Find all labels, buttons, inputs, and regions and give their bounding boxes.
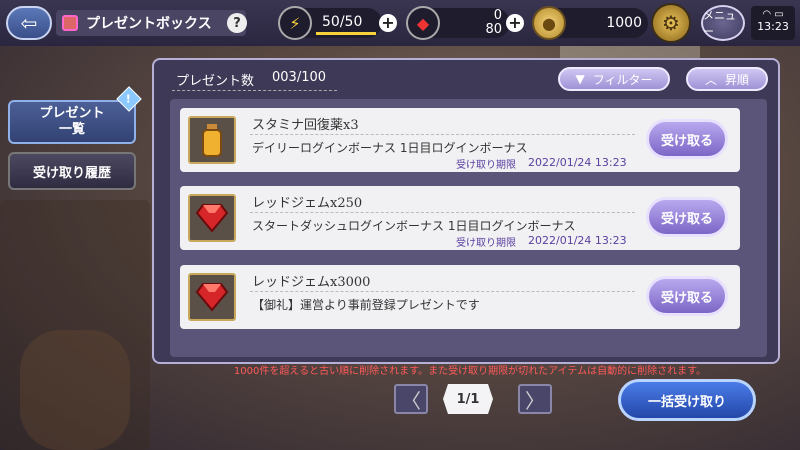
divider — [250, 291, 635, 292]
stamina-bar — [316, 32, 376, 35]
red-gem-icon — [188, 273, 236, 321]
stamina-counter: ⚡ 50/50 — [278, 6, 382, 40]
bulk-receive-button[interactable]: 一括受け取り — [618, 379, 756, 421]
chevron-up-icon: ︿ — [704, 72, 717, 87]
red-gem-icon — [188, 194, 236, 242]
potion-icon — [188, 116, 236, 164]
funnel-icon: ▼ — [575, 72, 585, 86]
stamina-value: 50/50 — [322, 14, 363, 30]
expiry-label: 受け取り期限 — [456, 238, 516, 249]
add-gem-button[interactable]: + — [506, 14, 524, 32]
filter-label: フィルター — [592, 72, 653, 87]
clock-time: 13:23 — [757, 20, 789, 33]
item-description: スタートダッシュログインボーナス 1日目ログインボーナス — [252, 219, 576, 233]
status-clock: ◠ ▭ 13:23 — [751, 6, 795, 40]
receive-button[interactable]: 受け取る — [646, 119, 728, 159]
page-title: プレゼントボックス — [56, 10, 246, 36]
receive-button[interactable]: 受け取る — [646, 276, 728, 316]
list-item: レッドジェムx3000 【御礼】運営より事前登録プレゼントです 受け取る — [180, 265, 740, 329]
filter-button[interactable]: ▼ フィルター — [558, 67, 670, 91]
item-name: レッドジェムx250 — [252, 196, 363, 211]
count-underline — [172, 90, 337, 91]
menu-button[interactable]: メニュー — [701, 5, 745, 41]
tab-present-list[interactable]: プレゼント 一覧 — [8, 100, 136, 144]
page-indicator: 1/1 — [443, 384, 493, 414]
add-stamina-button[interactable]: + — [379, 14, 397, 32]
help-button[interactable]: ? — [227, 13, 247, 33]
tab-present-list-line1: プレゼント — [39, 106, 105, 121]
gem-counter: ◆ 0 80 — [406, 6, 510, 40]
item-name: レッドジェムx3000 — [252, 275, 371, 290]
present-count-label: プレゼント数 — [176, 74, 255, 89]
gem-value-bottom: 80 — [485, 22, 502, 37]
divider — [250, 134, 635, 135]
sort-button[interactable]: ︿ 昇順 — [686, 67, 768, 91]
divider — [250, 212, 635, 213]
tab-present-list-line2: 一覧 — [58, 122, 85, 137]
gold-counter: ● 1000 — [532, 6, 648, 40]
deletion-notice: 1000件を超えると古い順に削除されます。また受け取り期限が切れたアイテムは自動… — [233, 366, 707, 377]
background-barrel — [20, 330, 130, 450]
gold-value: 1000 — [606, 15, 642, 31]
list-item: レッドジェムx250 スタートダッシュログインボーナス 1日目ログインボーナス … — [180, 186, 740, 250]
settings-gear-icon[interactable]: ⚙ — [651, 3, 691, 43]
list-item: スタミナ回復薬x3 デイリーログインボーナス 1日目ログインボーナス 受け取り期… — [180, 108, 740, 172]
expiry-date: 2022/01/24 13:23 — [528, 156, 627, 169]
back-arrow-icon: ⇦ — [20, 11, 38, 35]
item-description: デイリーログインボーナス 1日目ログインボーナス — [252, 141, 528, 155]
present-count-value: 003/100 — [272, 70, 327, 85]
gem-icon: ◆ — [406, 6, 440, 40]
next-page-button[interactable]: 〉 — [518, 384, 552, 414]
gem-value-top: 0 — [493, 8, 502, 23]
expiry-label: 受け取り期限 — [456, 160, 516, 171]
coin-icon: ● — [532, 6, 566, 40]
back-button[interactable]: ⇦ — [6, 6, 52, 40]
lightning-icon: ⚡ — [278, 6, 312, 40]
gift-icon — [62, 15, 78, 31]
sort-label: 昇順 — [725, 72, 750, 87]
prev-page-button[interactable]: 〈 — [394, 384, 428, 414]
item-description: 【御礼】運営より事前登録プレゼントです — [252, 298, 480, 312]
receive-button[interactable]: 受け取る — [646, 197, 728, 237]
wifi-icon: ◠ ▭ — [762, 9, 784, 20]
expiry-date: 2022/01/24 13:23 — [528, 234, 627, 247]
page-title-text: プレゼントボックス — [86, 16, 212, 32]
item-name: スタミナ回復薬x3 — [252, 118, 359, 133]
tab-receive-history[interactable]: 受け取り履歴 — [8, 152, 136, 190]
